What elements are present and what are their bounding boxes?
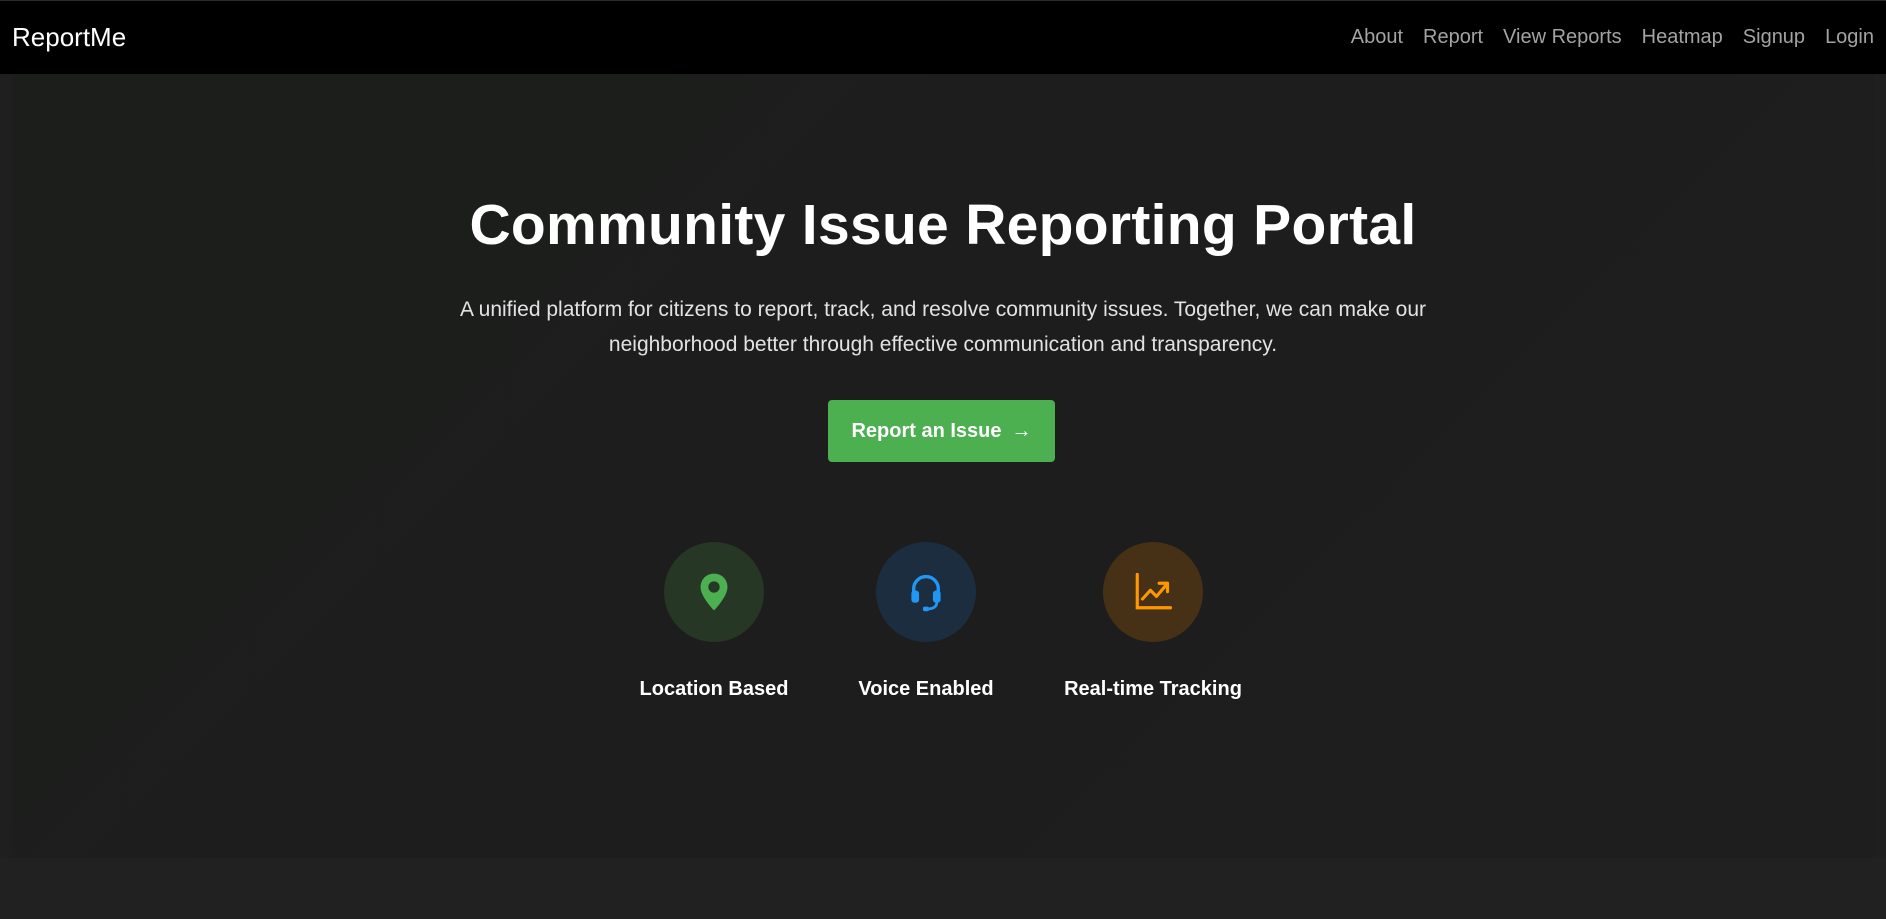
page-bottom-area: [0, 858, 1886, 919]
feature-label: Real-time Tracking: [1064, 678, 1242, 700]
nav-link-report[interactable]: Report: [1423, 26, 1483, 49]
hero-subtitle: A unified platform for citizens to repor…: [459, 298, 1427, 356]
feature-icon-circle: [664, 542, 764, 642]
feature-label: Location Based: [639, 678, 789, 700]
nav-links: About Report View Reports Heatmap Signup…: [1331, 26, 1874, 49]
report-issue-button[interactable]: Report an Issue →: [828, 400, 1055, 462]
report-issue-label: Report an Issue: [851, 419, 1002, 442]
arrow-right-icon: →: [1011, 419, 1032, 442]
nav-link-about[interactable]: About: [1351, 26, 1403, 49]
nav-link-login[interactable]: Login: [1825, 26, 1874, 49]
headset-icon: [911, 574, 941, 612]
feature-real-time-tracking: Real-time Tracking: [1053, 542, 1253, 701]
hero-section: Community Issue Reporting Portal A unifi…: [12, 74, 1874, 858]
nav-link-signup[interactable]: Signup: [1743, 26, 1805, 49]
nav-link-view-reports[interactable]: View Reports: [1503, 26, 1622, 49]
brand-logo[interactable]: ReportMe: [12, 22, 126, 53]
feature-icon-circle: [1103, 542, 1203, 642]
feature-icon-circle: [876, 542, 976, 642]
feature-label: Voice Enabled: [858, 678, 994, 700]
hero-title: Community Issue Reporting Portal: [469, 193, 1417, 257]
map-pin-icon: [700, 573, 728, 611]
feature-voice-enabled: Voice Enabled: [826, 542, 1026, 701]
top-navbar: ReportMe About Report View Reports Heatm…: [0, 0, 1886, 74]
trending-chart-icon: [1135, 572, 1173, 610]
feature-location-based: Location Based: [614, 542, 814, 701]
nav-link-heatmap[interactable]: Heatmap: [1642, 26, 1723, 49]
